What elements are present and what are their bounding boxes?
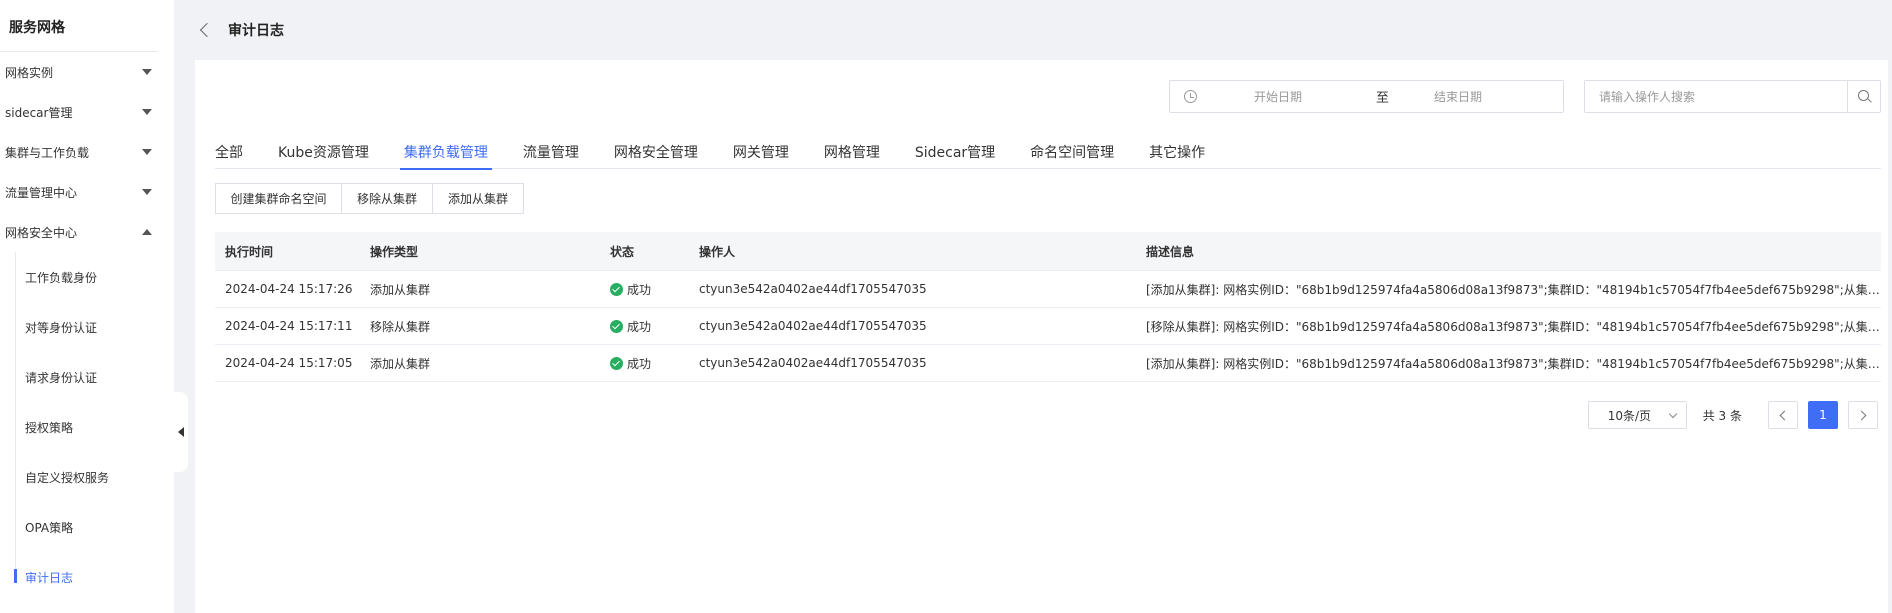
cell-time: 2024-04-24 15:17:26 (225, 282, 353, 296)
menu-group-mesh-instance[interactable]: 网格实例 (0, 52, 174, 92)
cell-type: 添加从集群 (370, 356, 431, 371)
chevron-down-icon (142, 189, 152, 195)
sidebar-item-opa-policy[interactable]: OPA策略 (0, 502, 174, 552)
security-submenu: 工作负载身份 对等身份认证 请求身份认证 授权策略 自定义授权服务 OPA策略 … (0, 252, 174, 602)
chevron-right-icon (1856, 410, 1867, 420)
sidebar-title: 服务网格 (0, 0, 158, 52)
menu-group-cluster-workload[interactable]: 集群与工作负载 (0, 132, 174, 172)
cell-operator: ctyun3e542a0402ae44df1705547035 (699, 319, 927, 333)
tab-mesh-security[interactable]: 网格安全管理 (614, 139, 698, 169)
sidebar-item-peer-auth[interactable]: 对等身份认证 (0, 302, 174, 352)
menu-group-label: sidecar管理 (5, 105, 73, 120)
cell-status: 成功 (600, 355, 689, 372)
status-text: 成功 (627, 282, 652, 297)
create-cluster-namespace-button[interactable]: 创建集群命名空间 (215, 183, 342, 214)
column-header-status: 状态 (610, 244, 635, 259)
cell-type: 移除从集群 (370, 319, 431, 334)
cell-operator: ctyun3e542a0402ae44df1705547035 (699, 356, 927, 370)
tab-cluster-workload[interactable]: 集群负载管理 (399, 139, 492, 170)
table-header-row: 执行时间 操作类型 状态 操作人 描述信息 (215, 232, 1881, 271)
pagination: 10条/页 共 3 条 1 (1587, 401, 1878, 429)
tab-gateway[interactable]: 网关管理 (733, 139, 789, 169)
tab-sidecar[interactable]: Sidecar管理 (915, 139, 995, 169)
collapse-left-icon (178, 427, 184, 437)
add-member-cluster-button[interactable]: 添加从集群 (433, 183, 524, 214)
sidebar-item-custom-authz[interactable]: 自定义授权服务 (0, 452, 174, 502)
column-header-description: 描述信息 (1146, 244, 1195, 259)
operator-search (1584, 80, 1881, 113)
cell-time: 2024-04-24 15:17:11 (225, 319, 353, 333)
table-row: 2024-04-24 15:17:26 添加从集群 成功 ctyun3e542a… (215, 271, 1881, 308)
cell-time: 2024-04-24 15:17:05 (225, 356, 353, 370)
cell-description: [添加从集群]: 网格实例ID："68b1b9d125974fa4a5806d0… (1146, 356, 1881, 371)
menu-group-label: 网格实例 (5, 65, 54, 80)
sidebar-item-workload-identity[interactable]: 工作负载身份 (0, 252, 174, 302)
menu-group-sidecar[interactable]: sidecar管理 (0, 92, 174, 132)
sidebar-item-request-auth[interactable]: 请求身份认证 (0, 352, 174, 402)
search-icon (1857, 90, 1869, 101)
menu-group-label: 网格安全中心 (5, 225, 78, 240)
operation-filter-group: 创建集群命名空间 移除从集群 添加从集群 (215, 183, 524, 214)
table-row: 2024-04-24 15:17:05 添加从集群 成功 ctyun3e542a… (215, 345, 1881, 382)
success-check-icon (610, 282, 623, 296)
end-date-input[interactable]: 结束日期 (1434, 88, 1482, 105)
cell-operator: ctyun3e542a0402ae44df1705547035 (699, 282, 927, 296)
tab-traffic[interactable]: 流量管理 (523, 139, 579, 169)
cell-description: [移除从集群]: 网格实例ID："68b1b9d125974fa4a5806d0… (1146, 319, 1881, 334)
tab-all[interactable]: 全部 (215, 139, 243, 169)
status-text: 成功 (627, 319, 652, 334)
tab-other[interactable]: 其它操作 (1149, 139, 1205, 169)
active-item-marker (14, 569, 17, 583)
chevron-down-icon (1668, 409, 1677, 419)
next-page-button[interactable] (1848, 401, 1878, 429)
search-input[interactable] (1585, 81, 1847, 112)
clock-icon (1184, 90, 1197, 103)
start-date-input[interactable]: 开始日期 (1254, 88, 1364, 105)
status-text: 成功 (627, 356, 652, 371)
audit-log-table: 执行时间 操作类型 状态 操作人 描述信息 2024-04-24 15:17:2… (215, 232, 1881, 382)
tab-namespace[interactable]: 命名空间管理 (1030, 139, 1114, 169)
date-range-picker[interactable]: 开始日期 至 结束日期 (1169, 80, 1564, 113)
submenu-rule (15, 252, 16, 582)
total-count: 共 3 条 (1702, 408, 1742, 423)
success-check-icon (610, 319, 623, 333)
prev-page-button[interactable] (1768, 401, 1798, 429)
chevron-down-icon (142, 109, 152, 115)
category-tabs: 全部 Kube资源管理 集群负载管理 流量管理 网格安全管理 网关管理 网格管理… (215, 139, 1881, 170)
cell-description: [添加从集群]: 网格实例ID："68b1b9d125974fa4a5806d0… (1146, 282, 1881, 297)
table-row: 2024-04-24 15:17:11 移除从集群 成功 ctyun3e542a… (215, 308, 1881, 345)
page-title: 审计日志 (228, 23, 284, 39)
column-header-operator: 操作人 (699, 244, 736, 259)
menu-group-security[interactable]: 网格安全中心 (0, 212, 174, 252)
page-number-button[interactable]: 1 (1808, 401, 1838, 429)
column-header-type: 操作类型 (370, 244, 419, 259)
chevron-down-icon (142, 149, 152, 155)
remove-member-cluster-button[interactable]: 移除从集群 (342, 183, 433, 214)
sidebar-item-audit-log[interactable]: 审计日志 (0, 552, 174, 602)
page-header: 审计日志 (174, 0, 1892, 60)
menu-group-traffic[interactable]: 流量管理中心 (0, 172, 174, 212)
sidebar: 服务网格 网格实例 sidecar管理 集群与工作负载 流量管理中心 网格安全中… (0, 0, 174, 613)
sidebar-item-authz-policy[interactable]: 授权策略 (0, 402, 174, 452)
search-button[interactable] (1847, 81, 1880, 112)
success-check-icon (610, 356, 623, 370)
main-card: 开始日期 至 结束日期 全部 Kube资源管理 集群负载管理 流量管理 网格安全… (195, 60, 1888, 613)
tab-kube-resources[interactable]: Kube资源管理 (278, 139, 369, 169)
cell-status: 成功 (600, 318, 689, 335)
cell-type: 添加从集群 (370, 282, 431, 297)
chevron-left-icon (1779, 410, 1790, 420)
chevron-up-icon (142, 229, 152, 235)
page-size-select[interactable]: 10条/页 (1587, 401, 1687, 429)
back-arrow-icon[interactable] (199, 22, 215, 38)
column-header-time: 执行时间 (225, 244, 274, 259)
menu-group-label: 集群与工作负载 (5, 145, 90, 160)
chevron-down-icon (142, 69, 152, 75)
cell-status: 成功 (600, 281, 689, 298)
page-size-value: 10条/页 (1607, 408, 1652, 423)
date-range-separator: 至 (1376, 91, 1390, 106)
sidebar-collapse-button[interactable] (174, 392, 188, 472)
tab-mesh[interactable]: 网格管理 (824, 139, 880, 169)
menu-group-label: 流量管理中心 (5, 185, 78, 200)
